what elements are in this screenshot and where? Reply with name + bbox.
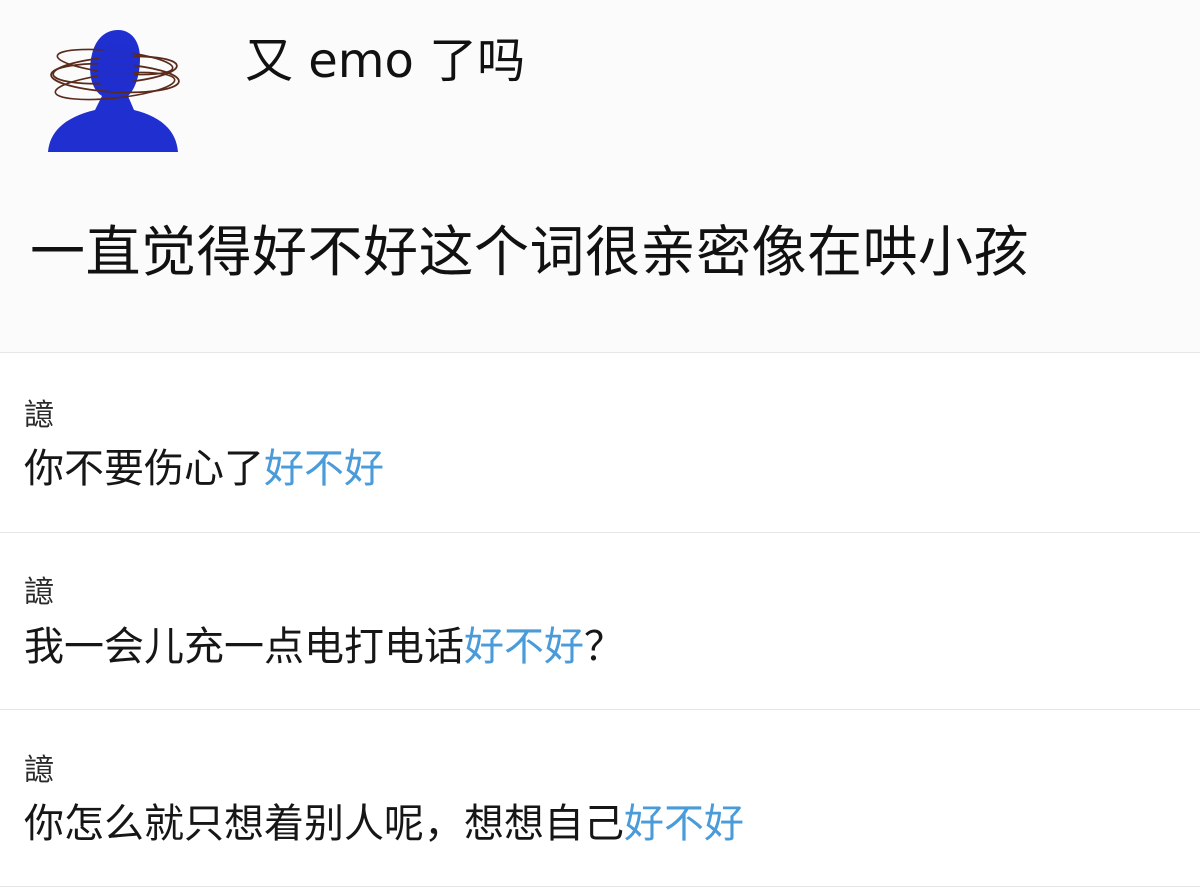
reply-text-segment: ？ [584,624,624,670]
post-header: 又 emo 了吗 一直觉得好不好这个词很亲密像在哄小孩 [0,0,1200,352]
divider [0,709,1200,710]
post-title: 又 emo 了吗 [245,33,526,89]
divider [0,352,1200,353]
reply-text: 你不要伤心了好不好 [24,442,384,496]
reply-text: 我一会儿充一点电打电话好不好？ [24,620,624,674]
reply-text-segment: 你怎么就只想着别人呢，想想自己 [24,801,624,847]
post-text: 一直觉得好不好这个词很亲密像在哄小孩 [30,220,1030,284]
divider [0,886,1200,887]
highlighted-phrase: 好不好 [624,801,744,847]
reply-author[interactable]: 譩 [24,396,54,436]
user-avatar-icon [48,30,180,152]
reply-text-segment: 你不要伤心了 [24,446,264,492]
highlighted-phrase: 好不好 [464,624,584,670]
divider [0,532,1200,533]
avatar[interactable] [40,24,190,160]
reply-author[interactable]: 譩 [24,751,54,791]
reply-text-segment: 我一会儿充一点电打电话 [24,624,464,670]
reply-author[interactable]: 譩 [24,573,54,613]
reply-text: 你怎么就只想着别人呢，想想自己好不好 [24,797,744,851]
highlighted-phrase: 好不好 [264,446,384,492]
